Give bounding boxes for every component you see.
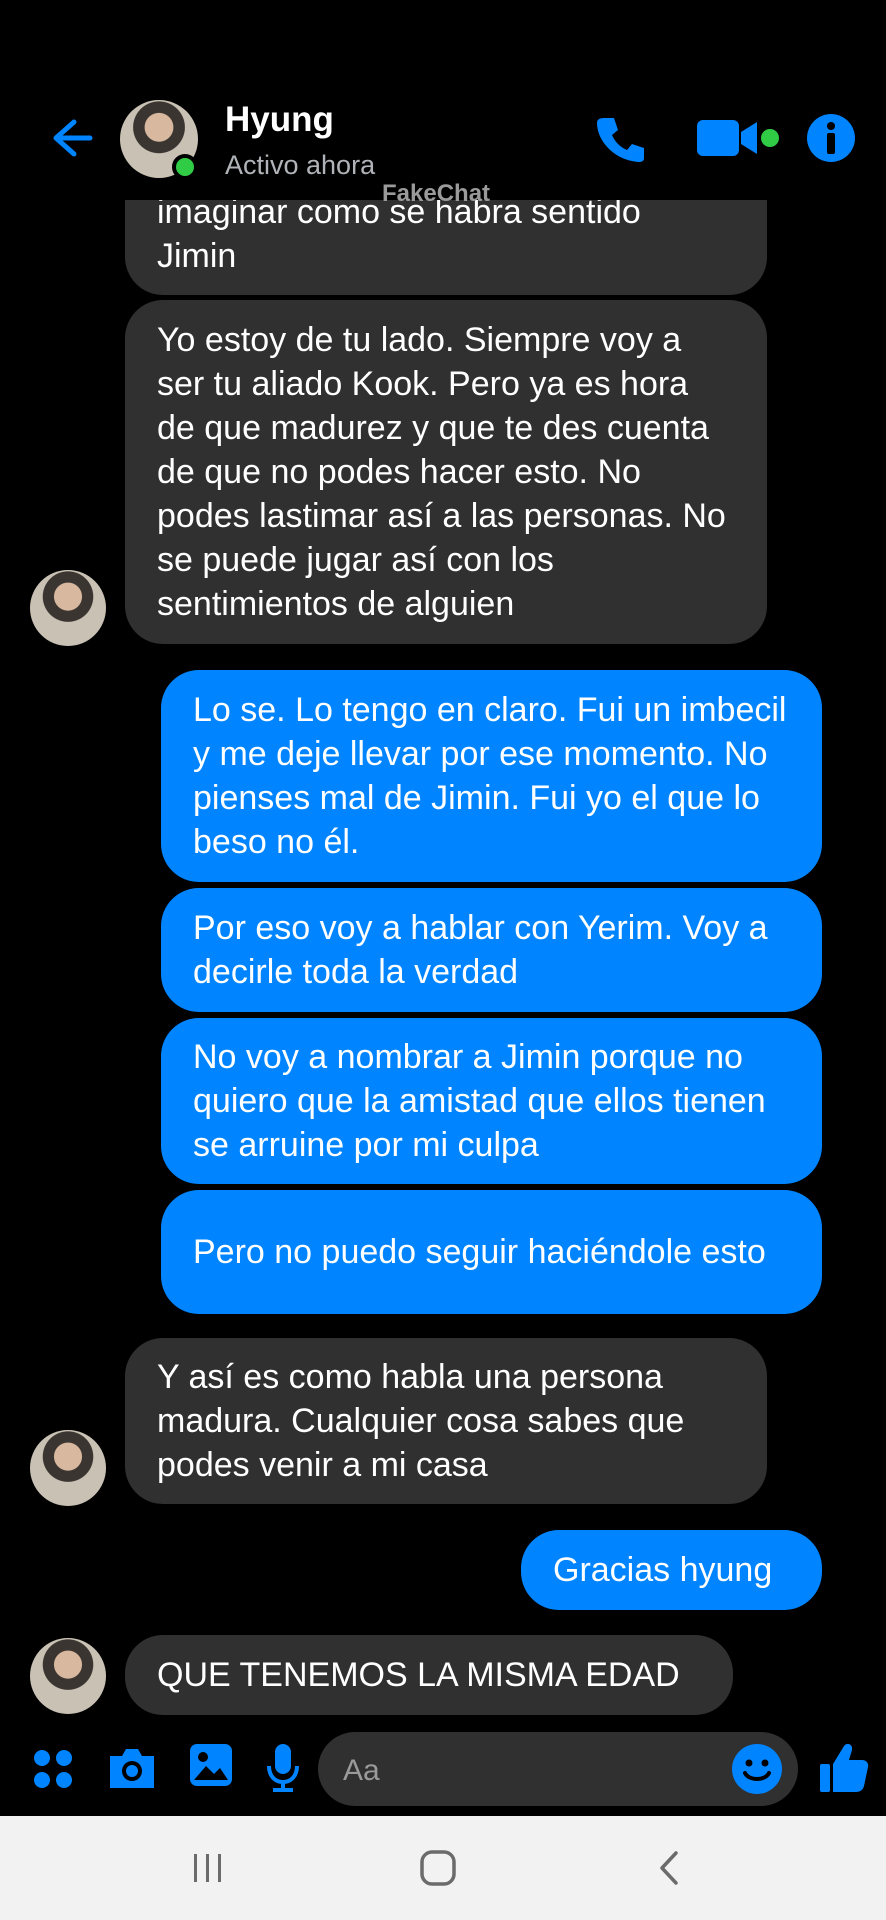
message-bubble-incoming[interactable]: Y así es como habla una persona madura. … bbox=[125, 1338, 767, 1504]
message-text: Por eso voy a hablar con Yerim. Voy a de… bbox=[193, 909, 768, 991]
apps-grid-icon[interactable] bbox=[32, 1748, 74, 1790]
recent-apps-icon[interactable] bbox=[190, 1850, 226, 1886]
chat-header: Hyung Activo ahora FakeChat bbox=[0, 0, 886, 207]
message-bubble-outgoing[interactable]: No voy a nombrar a Jimin porque no quier… bbox=[161, 1018, 822, 1184]
watermark: FakeChat bbox=[382, 180, 491, 207]
message-text: Gracias hyung bbox=[553, 1551, 773, 1589]
message-bubble-outgoing[interactable]: Pero no puedo seguir haciéndole esto bbox=[161, 1190, 822, 1314]
sender-avatar bbox=[30, 570, 106, 646]
microphone-icon[interactable] bbox=[264, 1742, 302, 1794]
message-text: QUE TENEMOS LA MISMA EDAD bbox=[157, 1656, 680, 1694]
message-text: Yo estoy de tu lado. Siempre voy a ser t… bbox=[157, 321, 726, 623]
sender-avatar bbox=[30, 1430, 106, 1506]
info-icon[interactable] bbox=[803, 110, 859, 166]
message-bubble-incoming[interactable]: QUE TENEMOS LA MISMA EDAD bbox=[125, 1635, 733, 1715]
gallery-icon[interactable] bbox=[188, 1742, 234, 1788]
camera-icon[interactable] bbox=[106, 1744, 158, 1792]
message-input[interactable] bbox=[318, 1732, 798, 1806]
message-text-line: Jimin bbox=[157, 237, 237, 275]
system-nav-bar bbox=[0, 1816, 886, 1920]
online-indicator bbox=[172, 154, 198, 180]
thumbs-up-icon[interactable] bbox=[818, 1740, 870, 1796]
message-text: Y así es como habla una persona madura. … bbox=[157, 1358, 685, 1484]
message-bubble-outgoing[interactable]: Por eso voy a hablar con Yerim. Voy a de… bbox=[161, 888, 822, 1012]
message-input-placeholder: Aa bbox=[343, 1754, 380, 1787]
sender-avatar bbox=[30, 1638, 106, 1714]
back-arrow-icon[interactable] bbox=[40, 110, 96, 166]
contact-status: Activo ahora bbox=[225, 150, 376, 180]
message-text: Lo se. Lo tengo en claro. Fui un imbecil… bbox=[193, 691, 787, 861]
home-icon[interactable] bbox=[419, 1849, 457, 1887]
phone-icon[interactable] bbox=[592, 110, 648, 166]
emoji-icon[interactable] bbox=[730, 1742, 784, 1796]
message-bubble-outgoing[interactable]: Lo se. Lo tengo en claro. Fui un imbecil… bbox=[161, 670, 822, 882]
video-camera-icon[interactable] bbox=[695, 110, 785, 166]
message-text: No voy a nombrar a Jimin porque no quier… bbox=[193, 1038, 766, 1164]
message-bubble-outgoing[interactable]: Gracias hyung bbox=[521, 1530, 822, 1610]
message-text: Pero no puedo seguir haciéndole esto bbox=[193, 1233, 766, 1271]
message-list: imaginar como se habra sentido Jimin Yo … bbox=[0, 0, 886, 1720]
message-bubble-incoming[interactable]: Yo estoy de tu lado. Siempre voy a ser t… bbox=[125, 300, 767, 644]
contact-name[interactable]: Hyung bbox=[225, 100, 334, 140]
back-nav-icon[interactable] bbox=[654, 1849, 684, 1887]
